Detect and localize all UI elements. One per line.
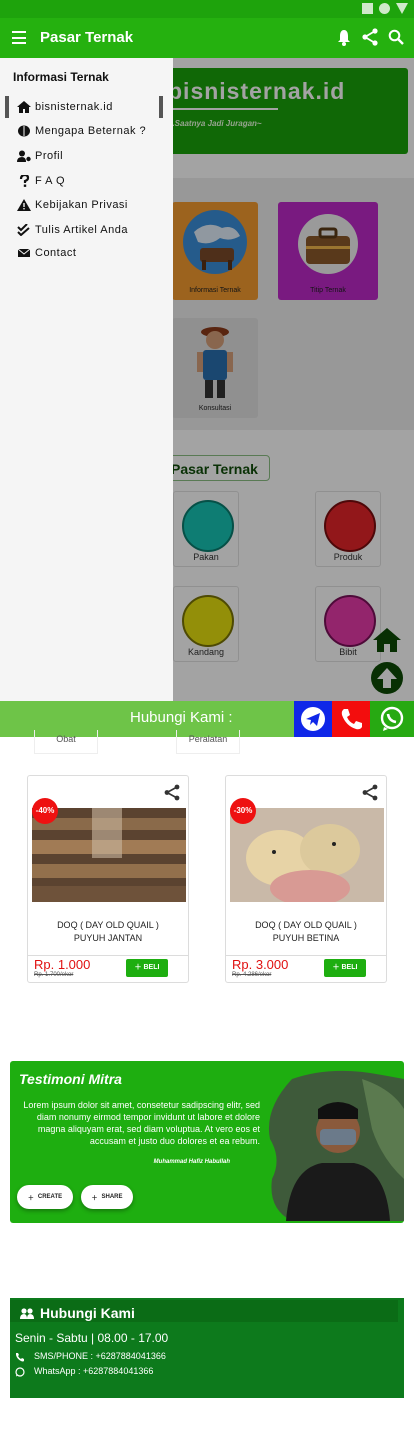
buy-label: BELI bbox=[341, 964, 358, 971]
brain-icon bbox=[18, 125, 30, 137]
contact-bar-label: Hubungi Kami : bbox=[130, 709, 233, 726]
product-image bbox=[32, 808, 186, 902]
navigation-drawer: Informasi Ternak bisnisternak.id Mengapa… bbox=[0, 58, 173, 701]
footer-header: Hubungi Kami bbox=[10, 1300, 398, 1322]
drawer-item-label: Contact bbox=[35, 247, 77, 259]
warning-icon bbox=[17, 199, 31, 211]
app-title: Pasar Ternak bbox=[40, 29, 134, 46]
whatsapp-icon bbox=[380, 706, 404, 731]
check-double-icon bbox=[17, 224, 30, 236]
contact-footer: Hubungi Kami Senin - Sabtu | 08.00 - 17.… bbox=[10, 1298, 404, 1398]
buy-label: BELI bbox=[143, 964, 160, 971]
drawer-item-contact[interactable]: Contact bbox=[5, 242, 163, 264]
share-button[interactable]: ＋ SHARE bbox=[81, 1185, 133, 1209]
divider bbox=[226, 955, 386, 956]
app-bar: Pasar Ternak bbox=[0, 18, 414, 58]
create-label: CREATE bbox=[37, 1194, 63, 1200]
phone-icon bbox=[341, 709, 362, 730]
buy-button[interactable]: ＋ BELI bbox=[324, 959, 366, 977]
testimonial-section: Testimoni Mitra Lorem ipsum dolor sit am… bbox=[10, 1061, 404, 1223]
discount-badge: -30% bbox=[230, 798, 256, 824]
plus-icon: ＋ bbox=[27, 1195, 34, 1202]
telegram-icon bbox=[301, 707, 325, 731]
testimonial-title: Testimoni Mitra bbox=[19, 1071, 122, 1087]
plus-icon: ＋ bbox=[91, 1195, 98, 1202]
product-old-price: Rp. 1.700/ekor bbox=[34, 972, 74, 978]
status-bar bbox=[0, 0, 414, 18]
drawer-item-label: Tulis Artikel Anda bbox=[35, 224, 128, 236]
bell-icon[interactable] bbox=[337, 29, 351, 46]
product-price: Rp. 3.000 bbox=[232, 957, 289, 972]
drawer-item-label: Mengapa Beternak ? bbox=[35, 125, 147, 137]
whatsapp-number[interactable]: WhatsApp : +6287884041366 bbox=[34, 1366, 153, 1376]
drawer-item-label: Kebijakan Privasi bbox=[35, 199, 128, 211]
drawer-item-label: F A Q bbox=[35, 175, 66, 187]
create-button[interactable]: ＋ CREATE bbox=[17, 1185, 73, 1209]
share-icon[interactable] bbox=[362, 784, 378, 801]
status-triangle-icon bbox=[396, 3, 408, 14]
drawer-item-profil[interactable]: Profil bbox=[5, 145, 163, 167]
product-card[interactable]: -30% DOQ ( DAY OLD QUAIL ) PUYUH BETINA … bbox=[225, 775, 387, 983]
drawer-item-artikel[interactable]: Tulis Artikel Anda bbox=[5, 219, 163, 241]
whatsapp-button[interactable] bbox=[370, 701, 414, 737]
product-name-line2: PUYUH BETINA bbox=[272, 933, 340, 943]
business-hours: Senin - Sabtu | 08.00 - 17.00 bbox=[15, 1331, 169, 1345]
plus-icon: ＋ bbox=[332, 964, 342, 971]
plus-icon: ＋ bbox=[134, 964, 144, 971]
home-icon bbox=[17, 101, 31, 113]
product-name-line1: DOQ ( DAY OLD QUAIL ) bbox=[57, 920, 159, 930]
envelope-icon bbox=[17, 248, 31, 257]
share-icon[interactable] bbox=[164, 784, 180, 801]
phone-button[interactable] bbox=[332, 701, 370, 737]
question-icon bbox=[19, 175, 30, 187]
product-name-line2: PUYUH JANTAN bbox=[73, 933, 143, 943]
drawer-item-home[interactable]: bisnisternak.id bbox=[5, 96, 163, 118]
buy-button[interactable]: ＋ BELI bbox=[126, 959, 168, 977]
testimonial-text: Lorem ipsum dolor sit amet, consetetur s… bbox=[23, 1100, 260, 1146]
sms-phone-number[interactable]: SMS/PHONE : +6287884041366 bbox=[34, 1351, 166, 1361]
drawer-title: Informasi Ternak bbox=[13, 70, 109, 84]
discount-badge: -40% bbox=[32, 798, 58, 824]
product-name: DOQ ( DAY OLD QUAIL ) PUYUH JANTAN bbox=[28, 919, 188, 945]
drawer-item-faq[interactable]: F A Q bbox=[5, 170, 163, 192]
telegram-button[interactable] bbox=[294, 701, 332, 737]
whatsapp-icon bbox=[15, 1367, 25, 1377]
phone-icon bbox=[16, 1353, 24, 1362]
category-obat[interactable]: Obat bbox=[34, 730, 98, 754]
category-label: Obat bbox=[56, 734, 76, 744]
product-price: Rp. 1.000 bbox=[34, 957, 91, 972]
status-square-icon bbox=[362, 3, 373, 14]
footer-title: Hubungi Kami bbox=[40, 1305, 135, 1321]
status-circle-icon bbox=[379, 3, 390, 14]
testimonial-photo bbox=[268, 1070, 404, 1221]
menu-icon[interactable] bbox=[12, 31, 26, 44]
product-name: DOQ ( DAY OLD QUAIL ) PUYUH BETINA bbox=[226, 919, 386, 945]
drawer-item-label: Profil bbox=[35, 150, 64, 162]
user-cog-icon bbox=[17, 150, 31, 162]
drawer-item-mengapa[interactable]: Mengapa Beternak ? bbox=[5, 120, 163, 142]
category-label: Peralatan bbox=[188, 734, 228, 744]
testimonial-author: Muhammad Hafiz Habullah bbox=[153, 1159, 230, 1165]
share-icon[interactable] bbox=[361, 28, 379, 46]
drawer-item-privasi[interactable]: Kebijakan Privasi bbox=[5, 194, 163, 216]
divider bbox=[28, 955, 188, 956]
category-peralatan[interactable]: Peralatan bbox=[176, 730, 240, 754]
users-icon bbox=[20, 1308, 34, 1319]
product-image bbox=[230, 808, 384, 902]
product-old-price: Rp. 4.286/ekor bbox=[232, 972, 272, 978]
product-card[interactable]: -40% DOQ ( DAY OLD QUAIL ) PUYUH JANTAN … bbox=[27, 775, 189, 983]
share-label: SHARE bbox=[101, 1194, 123, 1200]
product-name-line1: DOQ ( DAY OLD QUAIL ) bbox=[255, 920, 357, 930]
drawer-item-label: bisnisternak.id bbox=[35, 101, 113, 113]
search-icon[interactable] bbox=[388, 29, 404, 45]
